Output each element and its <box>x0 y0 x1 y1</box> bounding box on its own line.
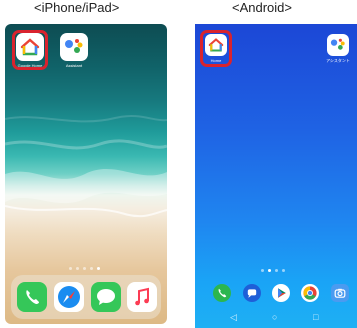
app-assistant[interactable]: アシスタント <box>326 34 350 64</box>
ios-caption: <iPhone/iPad> <box>34 0 120 15</box>
back-button[interactable]: ◁ <box>230 313 237 322</box>
safari-icon[interactable] <box>54 282 84 312</box>
android-caption: <Android> <box>232 0 292 15</box>
assistant-label: アシスタント <box>326 58 350 63</box>
camera-icon[interactable] <box>331 284 349 302</box>
music-icon[interactable] <box>127 282 157 312</box>
assistant-label: Assistant <box>65 63 83 68</box>
google-home-highlight <box>12 30 48 70</box>
chrome-icon[interactable] <box>301 284 319 302</box>
iphone-screen: Google Home Assistant <box>5 24 167 324</box>
android-screen: Home アシスタント ◁ ○ □ <box>195 24 357 328</box>
recents-button[interactable]: □ <box>313 313 318 322</box>
google-assistant-icon <box>327 34 349 56</box>
phone-icon[interactable] <box>213 284 231 302</box>
google-assistant-icon <box>60 33 88 61</box>
page-indicator <box>261 269 285 272</box>
app-assistant[interactable]: Assistant <box>59 33 89 68</box>
ios-dock <box>11 275 161 319</box>
messages-icon[interactable] <box>243 284 261 302</box>
home-highlight <box>200 30 232 67</box>
messages-icon[interactable] <box>91 282 121 312</box>
phone-icon[interactable] <box>17 282 47 312</box>
page-indicator <box>69 267 100 270</box>
play-store-icon[interactable] <box>272 284 290 302</box>
home-button[interactable]: ○ <box>272 313 277 322</box>
